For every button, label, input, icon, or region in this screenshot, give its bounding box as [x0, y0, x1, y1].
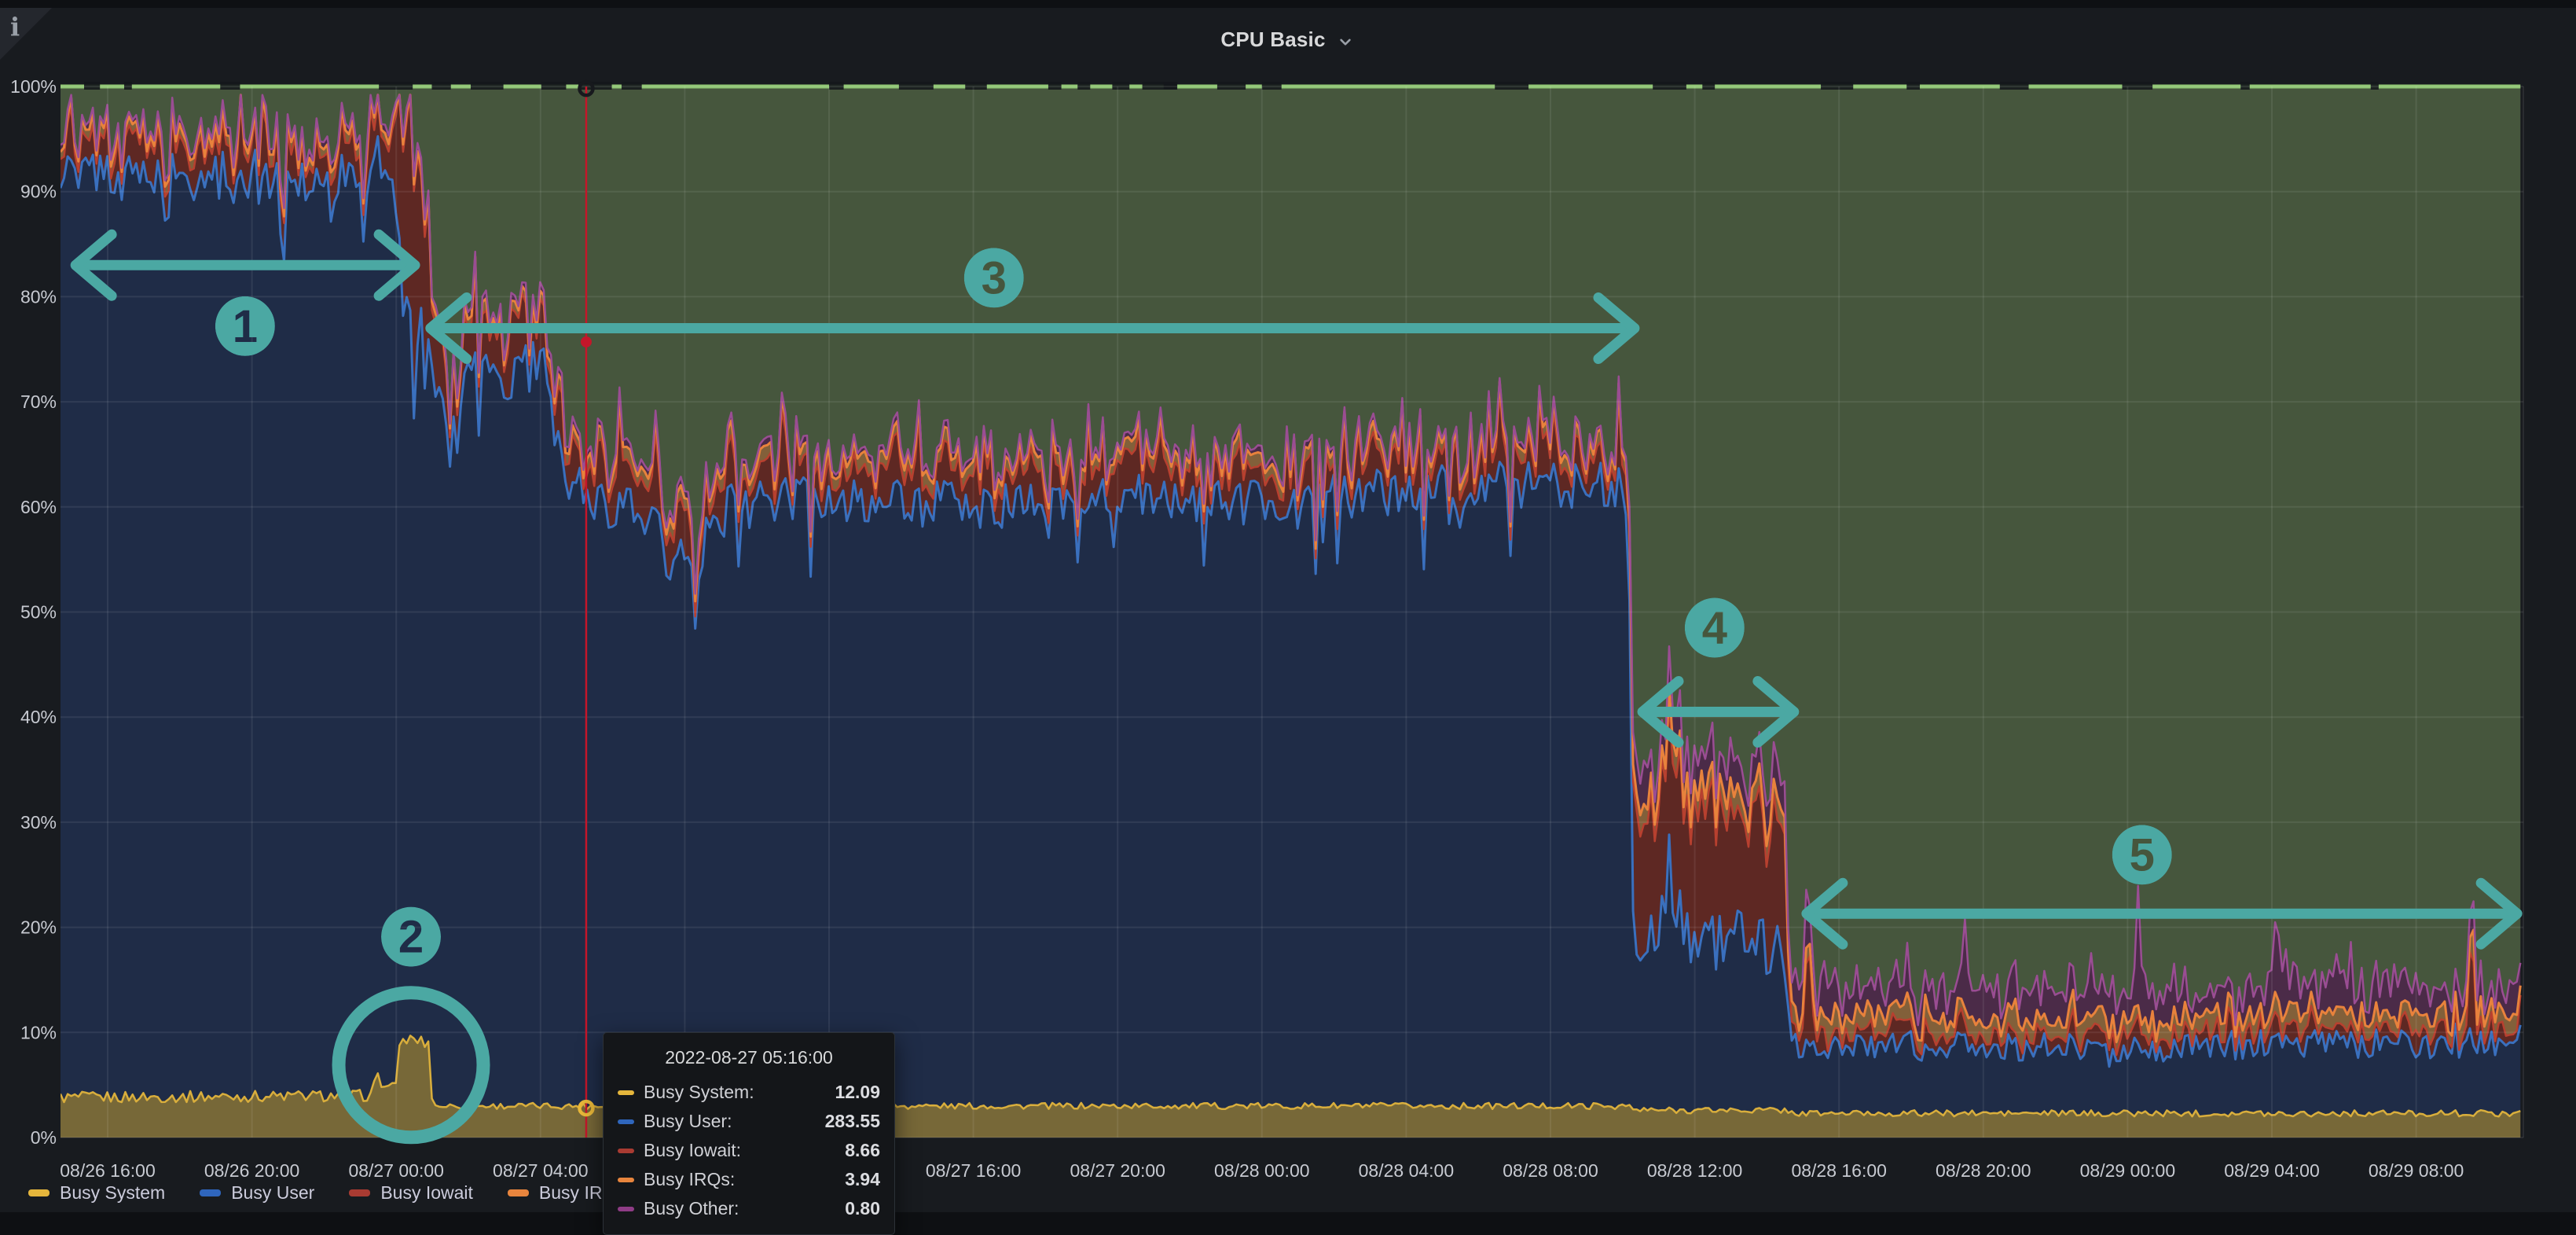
hover-point — [581, 336, 592, 347]
tooltip-value: 0.80 — [845, 1198, 880, 1219]
tooltip-swatch — [618, 1119, 634, 1124]
tooltip-rows: Busy System: 12.09 Busy User: 283.55 Busy Io… — [618, 1078, 880, 1223]
x-axis-label: 08/28 08:00 — [1503, 1160, 1598, 1181]
x-axis-label: 08/29 00:00 — [2080, 1160, 2176, 1181]
legend-label: Busy Iowait — [380, 1182, 473, 1204]
tooltip-label: Busy Other: — [644, 1198, 739, 1219]
x-axis-label: 08/27 04:00 — [493, 1160, 589, 1181]
tooltip-swatch — [618, 1178, 634, 1182]
tooltip-label: Busy User: — [644, 1111, 732, 1132]
x-axis-label: 08/27 16:00 — [926, 1160, 1022, 1181]
annotation-badge-1 — [215, 296, 275, 356]
tooltip-value: 12.09 — [835, 1082, 880, 1103]
y-axis-label: 40% — [20, 707, 57, 727]
y-axis-label: 90% — [20, 182, 57, 202]
y-axis-label: 20% — [20, 917, 57, 938]
x-axis-label: 08/29 04:00 — [2224, 1160, 2320, 1181]
y-axis-label: 50% — [20, 602, 57, 623]
tooltip-timestamp: 2022-08-27 05:16:00 — [618, 1047, 880, 1068]
x-axis-label: 08/26 20:00 — [204, 1160, 300, 1181]
x-axis-label: 08/28 16:00 — [1791, 1160, 1887, 1181]
x-axis-label: 08/27 00:00 — [348, 1160, 444, 1181]
x-axis-label: 08/29 08:00 — [2369, 1160, 2464, 1181]
tooltip-row-busy-user: Busy User: 283.55 — [618, 1107, 880, 1136]
x-axis-label: 08/26 16:00 — [60, 1160, 156, 1181]
annotation-badge-3 — [964, 248, 1024, 307]
annotation-badge-5 — [2112, 825, 2172, 884]
tooltip-row-busy-system: Busy System: 12.09 — [618, 1078, 880, 1107]
legend-item-busy-system[interactable]: Busy System — [28, 1182, 165, 1204]
tooltip-row-busy-irqs: Busy IRQs: 3.94 — [618, 1165, 880, 1194]
x-axis-label: 08/28 12:00 — [1647, 1160, 1743, 1181]
plot-area[interactable] — [61, 82, 2520, 1138]
y-axis-label: 60% — [20, 497, 57, 517]
tooltip-swatch — [618, 1149, 634, 1153]
y-axis-label: 10% — [20, 1022, 57, 1042]
cpu-chart[interactable]: 13452100%90%80%70%60%50%40%30%20%10%0%08… — [0, 8, 2576, 1212]
tooltip-value: 8.66 — [845, 1140, 880, 1161]
grafana-panel: CPU Basic i 13452100%90%80%70%60%50%40%3… — [0, 8, 2576, 1212]
y-axis-label: 80% — [20, 286, 57, 307]
x-axis-label: 08/27 20:00 — [1070, 1160, 1165, 1181]
legend-swatch — [28, 1189, 50, 1196]
tooltip-label: Busy Iowait: — [644, 1140, 741, 1161]
chart-tooltip: 2022-08-27 05:16:00 Busy System:12.09Bus… — [603, 1032, 895, 1235]
tooltip-swatch — [618, 1090, 634, 1095]
tooltip-value: 3.94 — [845, 1169, 880, 1190]
x-axis-label: 08/28 20:00 — [1936, 1160, 2031, 1181]
tooltip-label: Busy System: — [644, 1082, 754, 1103]
tooltip-swatch — [618, 1207, 634, 1211]
legend-swatch — [508, 1189, 529, 1196]
y-axis-label: 30% — [20, 812, 57, 833]
y-axis-label: 100% — [10, 76, 57, 97]
legend-item-busy-user[interactable]: Busy User — [200, 1182, 314, 1204]
tooltip-value: 283.55 — [825, 1111, 880, 1132]
y-axis-label: 0% — [31, 1127, 57, 1148]
legend-item-busy-iowait[interactable]: Busy Iowait — [349, 1182, 473, 1204]
legend-swatch — [200, 1189, 221, 1196]
legend-label: Busy System — [60, 1182, 165, 1204]
tooltip-row-busy-iowait: Busy Iowait: 8.66 — [618, 1136, 880, 1165]
y-axis-label: 70% — [20, 391, 57, 412]
tooltip-label: Busy IRQs: — [644, 1169, 735, 1190]
legend-label: Busy User — [231, 1182, 314, 1204]
annotation-badge-2 — [381, 907, 441, 967]
annotation-badge-4 — [1685, 598, 1745, 658]
x-axis-label: 08/28 00:00 — [1214, 1160, 1310, 1181]
legend-swatch — [349, 1189, 370, 1196]
x-axis-label: 08/28 04:00 — [1359, 1160, 1455, 1181]
chart-legend: Busy SystemBusy UserBusy IowaitBusy IRQs — [28, 1182, 660, 1204]
tooltip-row-busy-other: Busy Other: 0.80 — [618, 1194, 880, 1223]
